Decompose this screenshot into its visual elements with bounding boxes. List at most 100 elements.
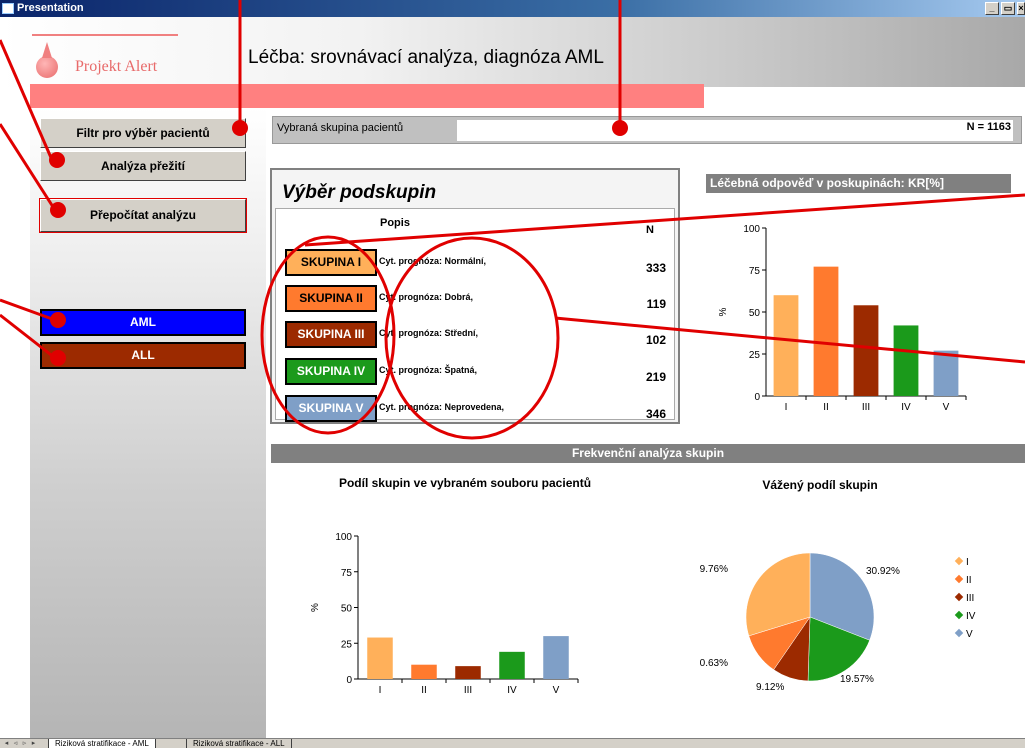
response-chart-header: Léčebná odpověď v poskupinách: KR[%] [706,174,1011,193]
y-tick-label: 0 [346,675,352,686]
pie-label: 19.57% [840,674,874,685]
legend-label: IV [966,611,976,622]
subgroup-description: Cyt. prognóza: Střední, [379,328,478,338]
all-button[interactable]: ALL [40,342,246,369]
legend-label: II [966,575,972,586]
frequency-header: Frekvenční analýza skupin [271,444,1025,463]
page-title: Léčba: srovnávací analýza, diagnóza AML [248,47,604,68]
recalculate-button[interactable]: Přepočítat analýzu [39,198,247,233]
x-tick-label: III [464,685,472,696]
restore-button[interactable]: ▭ [1001,2,1015,15]
subgroup-count: 219 [645,370,666,384]
share-bar-chart: 0255075100%I II III IV V [310,532,579,696]
y-tick-label: 25 [749,350,761,361]
bar [893,325,919,396]
col-header-n: N [646,224,654,236]
app-icon [2,3,14,14]
subgroup-button[interactable]: SKUPINA IV [285,358,377,385]
x-tick-label: IV [901,402,911,413]
y-tick-label: 100 [335,532,352,543]
weighted-pie-chart: 29.76%10.63%9.12%19.57%30.92%IIIIIIIVV [700,552,976,693]
tab-all[interactable]: Riziková stratifikace - ALL [186,739,292,748]
legend-marker [954,592,964,602]
window-title: Presentation [17,2,84,14]
logo-text: Projekt Alert [75,58,158,75]
y-tick-label: 25 [341,639,353,650]
close-button[interactable]: × [1017,2,1025,15]
bar [543,636,569,679]
subgroup-button[interactable]: SKUPINA III [285,321,377,348]
legend-marker [954,610,964,620]
bar [455,666,481,679]
x-tick-label: V [943,402,950,413]
legend-marker [954,574,964,584]
legend-label: V [966,629,973,640]
bar [853,305,879,396]
selected-group-label: Vybraná skupina pacientů [277,122,404,134]
patient-count: N = 1163 [966,121,1011,133]
subgroup-button[interactable]: SKUPINA V [285,395,377,422]
bar [499,651,525,679]
pie-label: 10.63% [700,658,728,669]
tab-aml[interactable]: Riziková stratifikace - AML [48,739,156,748]
y-tick-label: 50 [341,604,353,615]
y-tick-label: 0 [754,392,760,403]
tab-next-icon[interactable]: ▹ [20,739,29,748]
y-tick-label: 50 [749,308,761,319]
subgroup-button[interactable]: SKUPINA I [285,249,377,276]
subgroup-button[interactable]: SKUPINA II [285,285,377,312]
y-tick-label: 100 [743,224,760,235]
subgroup-description: Cyt. prognóza: Normální, [379,256,487,266]
pie-label: 30.92% [866,566,900,577]
y-axis-label: % [310,603,321,612]
logo-drop-icon [36,56,58,78]
legend-label: I [966,557,969,568]
accent-bar [30,84,704,108]
subgroup-table: Popis N SKUPINA I Cyt. prognóza: Normální… [275,208,675,422]
x-tick-label: II [421,685,427,696]
aml-button[interactable]: AML [40,309,246,336]
tab-last-icon[interactable]: ▸ [29,739,38,748]
legend-label: III [966,593,974,604]
col-header-desc: Popis [380,217,410,229]
subgroup-panel-title: Výběr podskupin [282,182,437,203]
subgroup-panel: Výběr podskupin Popis N SKUPINA I Cyt. pr… [270,168,680,424]
tab-first-icon[interactable]: ◂ [2,739,11,748]
minimize-button[interactable]: _ [985,2,999,15]
sheet-tab-bar: ◂ ◃ ▹ ▸ Riziková stratifikace - AML Rizi… [0,738,1025,748]
x-tick-label: I [785,402,788,413]
tab-prev-icon[interactable]: ◃ [11,739,20,748]
subgroup-count: 119 [646,297,666,311]
bar [367,637,393,679]
legend-marker [954,628,964,638]
subgroup-description: Cyt. prognóza: Dobrá, [379,292,473,302]
subgroup-count: 346 [645,407,666,421]
y-axis-label: % [718,307,729,316]
legend-marker [954,556,964,566]
bar [411,664,437,679]
y-tick-label: 75 [341,568,353,579]
subgroup-count: 102 [645,333,666,347]
y-tick-label: 75 [749,266,761,277]
survival-analysis-button[interactable]: Analýza přežití [40,151,246,181]
pie-label: 29.76% [700,564,728,575]
logo-line [32,34,178,36]
x-tick-label: II [823,402,829,413]
presentation-window: Presentation _ ▭ × Projekt Alert Léčba: … [0,0,1025,748]
pie-chart-title: Vážený podíl skupin [762,478,878,492]
subgroup-description: Cyt. prognóza: Špatná, [379,365,478,375]
x-tick-label: I [379,685,382,696]
bar [813,266,839,396]
x-tick-label: V [553,685,560,696]
subgroup-count: 333 [645,261,666,275]
bar [773,295,799,396]
share-chart-title: Podíl skupin ve vybraném souboru pacient… [338,476,592,490]
subgroup-description: Cyt. prognóza: Neprovedena, [379,402,505,412]
filter-patients-button[interactable]: Filtr pro výběr pacientů [40,118,246,148]
selected-group-bar: Vybraná skupina pacientů N = 1163 [272,116,1022,144]
pie-label: 9.12% [756,682,784,693]
selected-group-field[interactable] [457,120,1013,141]
title-bar: Presentation _ ▭ × [0,0,1025,17]
bar [933,350,959,396]
x-tick-label: IV [507,685,517,696]
